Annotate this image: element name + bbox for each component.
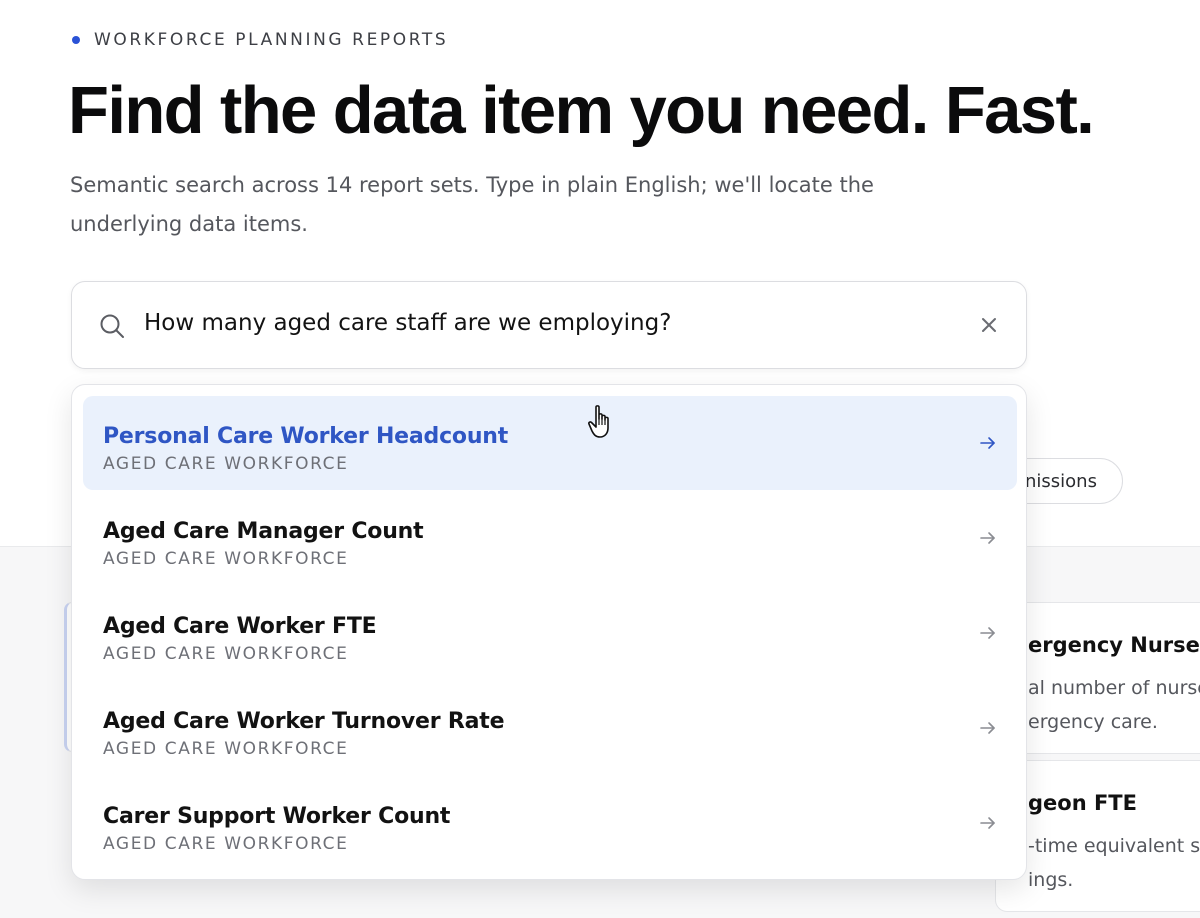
card-desc-line-2: ings. <box>1028 869 1074 891</box>
result-item[interactable]: Carer Support Worker Count AGED CARE WOR… <box>83 776 1017 870</box>
close-icon[interactable] <box>978 314 1000 336</box>
card-title: geon FTE <box>1028 791 1137 815</box>
subtitle-line-2: underlying data items. <box>70 212 308 236</box>
filter-chip-label: nissions <box>1025 471 1097 492</box>
card-description: al number of nurse ergency care. <box>1028 671 1200 739</box>
result-title: Aged Care Worker FTE <box>103 614 377 639</box>
search-icon <box>100 314 124 338</box>
arrow-right-icon <box>980 437 995 449</box>
result-item[interactable]: Personal Care Worker Headcount AGED CARE… <box>83 396 1017 490</box>
search-box[interactable]: How many aged care staff are we employin… <box>71 281 1027 369</box>
result-category: AGED CARE WORKFORCE <box>103 644 349 664</box>
result-category: AGED CARE WORKFORCE <box>103 834 349 854</box>
eyebrow-label: WORKFORCE PLANNING REPORTS <box>94 30 449 50</box>
eyebrow: WORKFORCE PLANNING REPORTS <box>72 30 448 50</box>
search-results-dropdown: Personal Care Worker Headcount AGED CARE… <box>71 384 1027 880</box>
result-title: Aged Care Worker Turnover Rate <box>103 709 505 734</box>
result-item[interactable]: Aged Care Worker FTE AGED CARE WORKFORCE <box>83 586 1017 680</box>
result-category: AGED CARE WORKFORCE <box>103 549 349 569</box>
accent-dot-icon <box>72 36 80 44</box>
page-title: Find the data item you need. Fast. <box>68 73 1095 148</box>
arrow-right-icon <box>980 532 995 544</box>
card-desc-line-1: -time equivalent s <box>1028 835 1200 857</box>
result-category: AGED CARE WORKFORCE <box>103 454 349 474</box>
result-title: Personal Care Worker Headcount <box>103 424 509 449</box>
card-title: ergency Nurse F <box>1028 633 1200 657</box>
result-title: Aged Care Manager Count <box>103 519 424 544</box>
card-description: -time equivalent s ings. <box>1028 829 1200 897</box>
page-subtitle: Semantic search across 14 report sets. T… <box>70 166 970 244</box>
result-title: Carer Support Worker Count <box>103 804 451 829</box>
subtitle-line-1: Semantic search across 14 report sets. T… <box>70 173 874 197</box>
card-desc-line-2: ergency care. <box>1028 711 1158 733</box>
card-desc-line-1: al number of nurse <box>1028 677 1200 699</box>
result-item[interactable]: Aged Care Worker Turnover Rate AGED CARE… <box>83 681 1017 775</box>
hand-pointer-cursor-icon <box>588 405 609 438</box>
arrow-right-icon <box>980 722 995 734</box>
arrow-right-icon <box>980 817 995 829</box>
arrow-right-icon <box>980 627 995 639</box>
result-item[interactable]: Aged Care Manager Count AGED CARE WORKFO… <box>83 491 1017 585</box>
result-category: AGED CARE WORKFORCE <box>103 739 349 759</box>
search-input[interactable]: How many aged care staff are we employin… <box>144 310 671 336</box>
